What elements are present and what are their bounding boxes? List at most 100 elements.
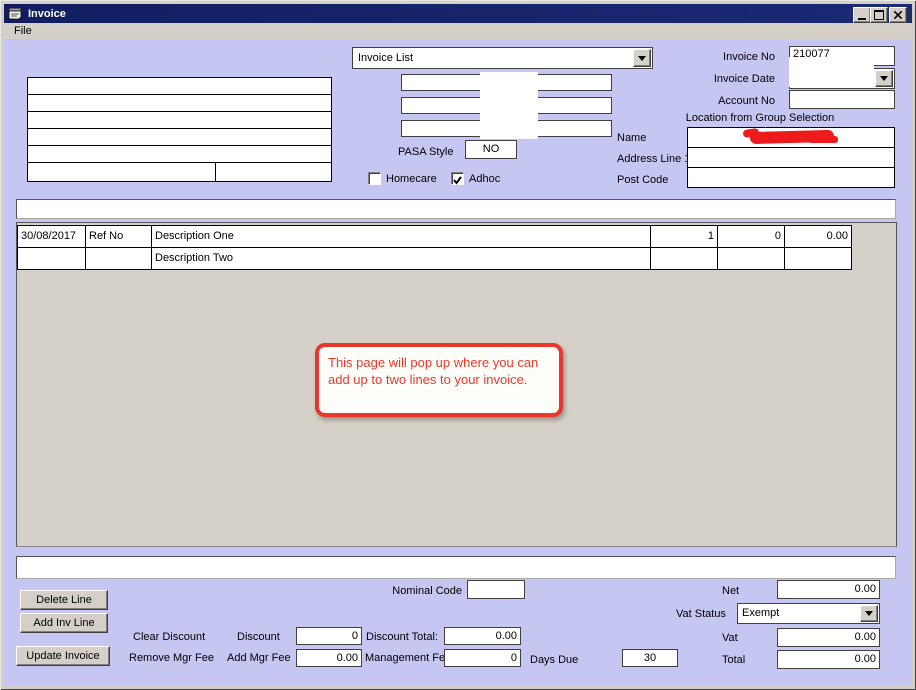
pasa-style-label: PASA Style — [398, 146, 453, 159]
total-field[interactable]: 0.00 — [777, 650, 880, 669]
chevron-down-icon — [865, 611, 873, 616]
nominal-code-field[interactable] — [467, 580, 525, 599]
invoice-list-dropdown-button[interactable] — [633, 49, 651, 67]
management-fee-label: Management Fee: — [365, 652, 454, 665]
update-invoice-button[interactable]: Update Invoice — [16, 646, 110, 666]
menu-bar: File — [4, 23, 912, 39]
location-group-label: Location from Group Selection — [653, 112, 867, 125]
checkmark-icon — [452, 175, 463, 186]
chevron-down-icon — [638, 56, 646, 61]
days-due-field[interactable]: 30 — [622, 649, 678, 667]
adhoc-label: Adhoc — [469, 173, 500, 186]
address-line1-field[interactable] — [688, 148, 894, 168]
nominal-code-label: Nominal Code — [382, 585, 462, 598]
cell-date[interactable] — [18, 248, 86, 270]
title-bar: Invoice — [4, 4, 912, 23]
nominal-code-value — [468, 581, 524, 583]
post-code-field[interactable] — [688, 168, 894, 187]
field-divider — [215, 163, 216, 181]
vat-label: Vat — [722, 632, 738, 645]
close-icon — [894, 11, 902, 19]
homecare-checkbox[interactable] — [368, 172, 381, 185]
redaction-overlay — [789, 57, 874, 87]
remove-mgr-fee-label[interactable]: Remove Mgr Fee — [129, 652, 214, 665]
management-fee-field[interactable]: 0 — [444, 649, 521, 667]
management-fee-value: 0 — [445, 650, 520, 667]
cell-unit[interactable] — [718, 248, 785, 270]
location-fields-group — [687, 127, 895, 188]
cell-description[interactable]: Description Two — [152, 248, 651, 270]
invoice-date-dropdown-button[interactable] — [875, 70, 893, 87]
invoice-no-label: Invoice No — [686, 51, 775, 64]
add-mgr-fee-value: 0.00 — [297, 650, 361, 667]
menu-file[interactable]: File — [9, 24, 37, 38]
annotation-text: This page will pop up where you can add … — [328, 355, 538, 387]
cell-ref-no[interactable] — [86, 248, 152, 270]
invoice-window: Invoice File Invoice List Invoice No 210… — [0, 0, 916, 690]
chevron-down-icon — [880, 76, 888, 81]
cell-qty[interactable]: 1 — [651, 226, 718, 248]
discount-value: 0 — [297, 628, 361, 645]
add-mgr-fee-label: Add Mgr Fee — [227, 652, 291, 665]
vat-status-label: Vat Status — [676, 608, 726, 621]
discount-total-field[interactable]: 0.00 — [444, 627, 521, 645]
account-no-value — [790, 91, 894, 93]
discount-total-value: 0.00 — [445, 628, 520, 645]
clear-discount-label[interactable]: Clear Discount — [133, 631, 205, 644]
cell-qty[interactable] — [651, 248, 718, 270]
account-no-label: Account No — [686, 95, 775, 108]
redaction-overlay — [480, 72, 538, 139]
left-field-2[interactable] — [28, 95, 331, 112]
cell-unit[interactable]: 0 — [718, 226, 785, 248]
adhoc-checkbox[interactable] — [451, 172, 464, 185]
net-label: Net — [722, 585, 739, 598]
maximize-icon — [874, 10, 884, 20]
days-due-value: 30 — [623, 650, 677, 667]
left-field-3[interactable] — [28, 112, 331, 129]
minimize-icon — [858, 18, 866, 20]
close-button[interactable] — [889, 7, 907, 23]
account-no-field[interactable] — [789, 90, 895, 109]
add-mgr-fee-field[interactable]: 0.00 — [296, 649, 362, 667]
maximize-button[interactable] — [870, 7, 888, 23]
total-value: 0.00 — [778, 651, 879, 668]
post-code-label: Post Code — [617, 174, 668, 187]
vat-status-value: Exempt — [738, 604, 879, 623]
invoice-list-value: Invoice List — [353, 48, 652, 69]
homecare-label: Homecare — [386, 173, 437, 186]
table-row: Description Two — [18, 248, 852, 270]
cell-date[interactable]: 30/08/2017 — [18, 226, 86, 248]
left-field-6[interactable] — [28, 163, 331, 181]
total-label: Total — [722, 654, 745, 667]
vat-status-dropdown-button[interactable] — [860, 605, 878, 622]
vat-field[interactable]: 0.00 — [777, 628, 880, 647]
left-address-group — [27, 77, 332, 182]
form-icon — [8, 7, 23, 21]
net-value: 0.00 — [778, 581, 879, 598]
name-label: Name — [617, 132, 646, 145]
add-inv-line-button[interactable]: Add Inv Line — [20, 613, 108, 633]
minimize-button[interactable] — [853, 7, 871, 23]
cell-amount[interactable] — [785, 248, 852, 270]
left-field-1[interactable] — [28, 78, 331, 95]
cell-description[interactable]: Description One — [152, 226, 651, 248]
invoice-date-label: Invoice Date — [686, 73, 775, 86]
name-field[interactable] — [688, 128, 894, 148]
address-line1-label: Address Line 1 — [617, 153, 690, 166]
days-due-label: Days Due — [530, 654, 578, 667]
discount-label: Discount — [237, 631, 280, 644]
vat-status-combobox[interactable]: Exempt — [737, 603, 880, 624]
grid-footer-bar — [16, 556, 896, 579]
cell-amount[interactable]: 0.00 — [785, 226, 852, 248]
pasa-style-value: NO — [466, 141, 516, 158]
cell-ref-no[interactable]: Ref No — [86, 226, 152, 248]
delete-line-button[interactable]: Delete Line — [20, 590, 108, 610]
net-field[interactable]: 0.00 — [777, 580, 880, 599]
pasa-style-field[interactable]: NO — [465, 140, 517, 159]
left-field-4[interactable] — [28, 129, 331, 146]
discount-field[interactable]: 0 — [296, 627, 362, 645]
left-field-5[interactable] — [28, 146, 331, 163]
invoice-list-combobox[interactable]: Invoice List — [352, 47, 653, 69]
table-row: 30/08/2017 Ref No Description One 1 0 0.… — [18, 226, 852, 248]
window-title: Invoice — [28, 8, 66, 20]
